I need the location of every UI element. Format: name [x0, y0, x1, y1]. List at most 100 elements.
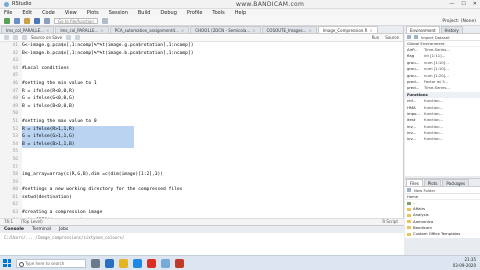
code-text[interactable]: #Local conditions	[22, 66, 69, 71]
code-line[interactable]: 56	[0, 155, 404, 164]
menu-build[interactable]: Build	[138, 10, 151, 16]
file-row[interactable]: Custom Office Templates	[405, 231, 480, 237]
tab-console[interactable]: Console	[4, 227, 24, 232]
maximize-icon[interactable]: ☐	[461, 1, 465, 7]
menu-session[interactable]: Session	[109, 10, 128, 16]
code-text[interactable]: G = ifelse(G<0,0,G)	[22, 96, 75, 101]
code-line[interactable]: 44 #Local conditions	[0, 64, 404, 73]
code-editor[interactable]: 41 G<-image.g.pca$x[,1:ncomp]%*%t(image.g…	[0, 42, 404, 218]
menu-debug[interactable]: Debug	[160, 10, 176, 16]
close-tab-icon[interactable]: ×	[252, 28, 255, 33]
code-text[interactable]: B = ifelse(B<0,0,B)	[22, 104, 75, 109]
store-icon[interactable]	[133, 258, 142, 268]
menu-help[interactable]: Help	[235, 10, 246, 16]
minimize-icon[interactable]: —	[449, 1, 454, 7]
close-tab-icon[interactable]: ×	[181, 28, 184, 33]
menu-code[interactable]: Code	[42, 10, 55, 16]
new-folder-button[interactable]: New Folder	[414, 188, 435, 193]
code-text[interactable]: setwd(destination)	[22, 195, 72, 200]
menu-file[interactable]: File	[4, 10, 12, 16]
windows-start-icon[interactable]	[3, 259, 11, 267]
system-clock[interactable]: 21:35 03-09-2020	[453, 257, 476, 269]
code-text[interactable]: img_array=array(c(R,G,B),dim =c(dim(imag…	[22, 172, 163, 177]
print-icon[interactable]	[44, 18, 50, 24]
menu-edit[interactable]: Edit	[22, 10, 32, 16]
code-text[interactable]: B<-image.b.pca$x[,1:ncomp]%*%t(image.b.p…	[22, 51, 193, 56]
menu-profile[interactable]: Profile	[187, 10, 203, 16]
code-line[interactable]: 62	[0, 201, 404, 210]
code-line[interactable]: 54 B = ifelse(B>1,1,B)	[0, 140, 404, 149]
code-text[interactable]: #settings a new working directory for th…	[22, 187, 182, 192]
menu-plots[interactable]: Plots	[87, 10, 99, 16]
close-tab-icon[interactable]: ×	[46, 28, 49, 33]
code-line[interactable]: 55	[0, 148, 404, 156]
close-tab-icon[interactable]: ×	[100, 28, 103, 33]
code-line[interactable]: 53 G = ifelse(G>1,1,G)	[0, 133, 404, 141]
code-text[interactable]: R = ifelse(R<0,0,R)	[22, 89, 75, 94]
file-name[interactable]: Custom Office Templates	[413, 231, 460, 237]
code-text[interactable]: #creating a compression image	[22, 210, 102, 215]
open-icon[interactable]	[407, 35, 411, 39]
menu-tools[interactable]: Tools	[212, 10, 224, 16]
code-line[interactable]: 57	[0, 163, 404, 172]
menu-view[interactable]: View	[65, 10, 77, 16]
taskbar-search-input[interactable]: Type here to search	[16, 258, 86, 268]
editor-tab[interactable]: Ims_col_PARALLE... ×	[1, 26, 55, 33]
editor-tab-active[interactable]: Image_Compression.R ×	[317, 26, 378, 33]
editor-tab[interactable]: Ims_col_PARALLE... ×	[55, 26, 109, 33]
code-line[interactable]: 49 B = ifelse(B<0,0,B)	[0, 102, 404, 111]
search-icon[interactable]	[66, 35, 72, 40]
goto-file-input[interactable]: Go to file/function	[54, 18, 98, 24]
tab-packages[interactable]: Packages	[442, 179, 470, 186]
close-tab-icon[interactable]: ×	[308, 28, 311, 33]
code-line[interactable]: 58 img_array=array(c(R,G,B),dim =c(dim(im…	[0, 171, 404, 179]
tab-plots[interactable]: Plots	[423, 179, 442, 186]
code-text[interactable]: G<-image.g.pca$x[,1:ncomp]%*%t(image.g.p…	[22, 43, 193, 48]
editor-tab[interactable]: COSOUTE_Images... ×	[261, 26, 317, 33]
code-text[interactable]: R = ifelse(R>1,1,R)	[22, 125, 134, 134]
tab-history[interactable]: History	[440, 26, 463, 33]
recorder-icon[interactable]	[175, 258, 184, 268]
task-view-icon[interactable]	[91, 258, 100, 268]
code-line[interactable]: 43	[0, 57, 404, 65]
code-line[interactable]: 41 G<-image.g.pca$x[,1:ncomp]%*%t(image.g…	[0, 42, 404, 50]
project-menu[interactable]: Project: (None)	[442, 19, 476, 24]
new-folder-icon[interactable]	[407, 188, 411, 192]
editor-tab[interactable]: PCA_sutomation_assignment4... ×	[109, 26, 190, 33]
source-on-save-checkbox[interactable]: Source on Save	[31, 35, 62, 40]
code-text[interactable]: G = ifelse(G>1,1,G)	[22, 133, 134, 141]
save-icon[interactable]	[34, 18, 40, 24]
editor-tab[interactable]: CHOO1 (2DCN - Semicola... ×	[190, 26, 261, 33]
code-line[interactable]: 51 #setting the max value to 0	[0, 117, 404, 126]
tab-files[interactable]: Files	[406, 179, 423, 186]
code-line[interactable]: 48 G = ifelse(G<0,0,G)	[0, 95, 404, 103]
open-file-icon[interactable]	[24, 18, 30, 24]
save-workspace-icon[interactable]	[414, 35, 418, 39]
new-file-icon[interactable]	[4, 18, 10, 24]
file-explorer-icon[interactable]	[119, 258, 128, 268]
close-tab-icon[interactable]: ×	[369, 28, 372, 33]
code-text[interactable]: B = ifelse(B>1,1,B)	[22, 140, 134, 149]
code-line[interactable]: 61 setwd(destination)	[0, 193, 404, 202]
source-button[interactable]: Source	[385, 35, 399, 40]
run-button[interactable]: Run	[372, 35, 380, 40]
close-icon[interactable]: ✕	[473, 1, 477, 7]
forward-arrow-icon[interactable]	[13, 35, 18, 40]
addins-icon[interactable]	[101, 18, 108, 24]
tab-environment[interactable]: Environment	[406, 26, 440, 33]
tab-jobs[interactable]: Jobs	[59, 227, 68, 232]
code-line[interactable]: 47 R = ifelse(R<0,0,R)	[0, 87, 404, 96]
code-line[interactable]: 60 #settings a new working directory for …	[0, 186, 404, 194]
chrome-icon[interactable]	[147, 258, 156, 268]
save-file-icon[interactable]	[22, 35, 27, 40]
code-line[interactable]: 59	[0, 178, 404, 187]
code-line[interactable]: 42 B<-image.b.pca$x[,1:ncomp]%*%t(image.b…	[0, 49, 404, 58]
tab-terminal[interactable]: Terminal	[32, 227, 51, 232]
env-row[interactable]: inv... function...	[405, 136, 480, 142]
code-line[interactable]: 45	[0, 72, 404, 80]
rstudio-taskbar-icon[interactable]	[161, 258, 170, 268]
code-line[interactable]: 63 #creating a compression image	[0, 209, 404, 217]
code-text[interactable]: #setting the min value to 1	[22, 81, 97, 86]
wand-icon[interactable]	[75, 35, 81, 40]
code-line[interactable]: 46 #setting the min value to 1	[0, 79, 404, 88]
